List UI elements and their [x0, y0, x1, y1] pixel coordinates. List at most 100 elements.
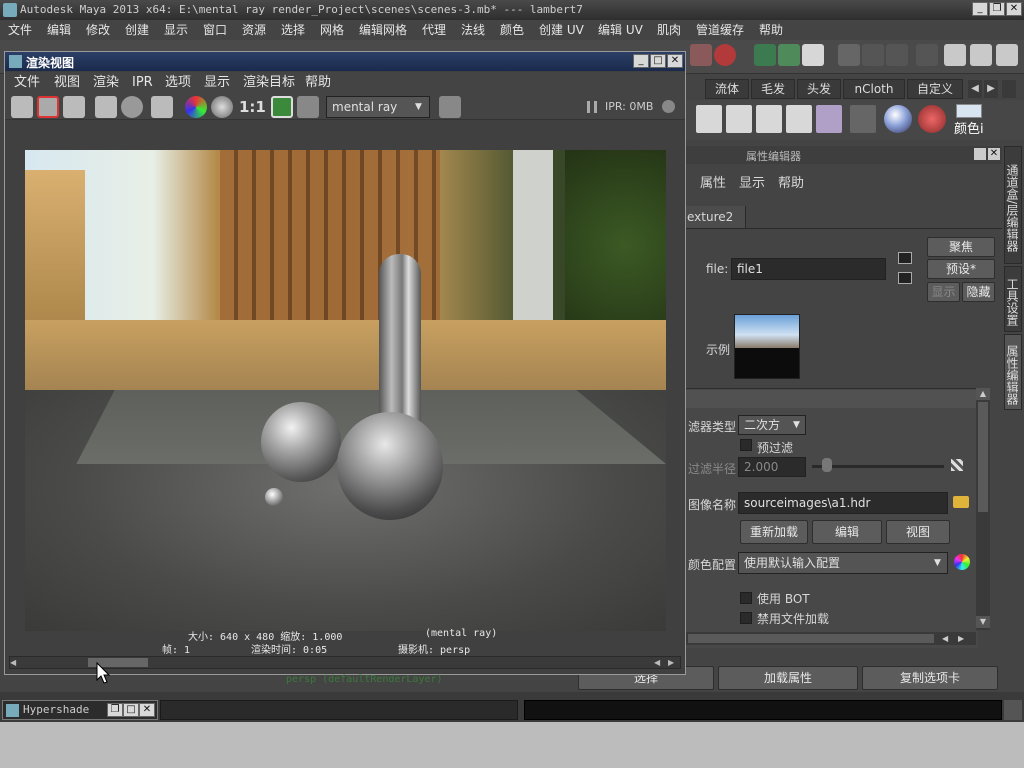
snap-grid-icon[interactable]: [690, 44, 712, 66]
menu-color[interactable]: 颜色: [500, 20, 524, 40]
menu-create-uv[interactable]: 创建 UV: [539, 20, 584, 40]
ipr-render-icon[interactable]: [95, 96, 117, 118]
input-connection-icon[interactable]: [898, 252, 912, 264]
render-view-maximize-button[interactable]: □: [650, 54, 666, 68]
channel-box-toggle-icon[interactable]: [996, 44, 1018, 66]
rv-menu-ipr[interactable]: IPR: [132, 73, 153, 93]
real-size-label[interactable]: 1:1: [239, 98, 266, 116]
shader-icon[interactable]: [886, 44, 908, 66]
rendered-image[interactable]: [25, 150, 666, 631]
render-sequence-icon[interactable]: [754, 44, 776, 66]
output-connection-icon[interactable]: [898, 272, 912, 284]
show-button[interactable]: 显示: [927, 282, 960, 302]
rv-menu-display[interactable]: 显示: [204, 73, 230, 93]
attribute-editor-toggle-icon[interactable]: [944, 44, 966, 66]
menu-pipeline-cache[interactable]: 管道缓存: [696, 20, 744, 40]
shader-ball-icon[interactable]: [816, 105, 842, 133]
prefilter-checkbox[interactable]: [740, 439, 752, 451]
color-profile-select[interactable]: 使用默认输入配置 ▼: [738, 552, 948, 574]
menu-edit-mesh[interactable]: 编辑网格: [359, 20, 407, 40]
rv-menu-help[interactable]: 帮助: [305, 73, 331, 93]
hscroll-left-icon[interactable]: ◀: [942, 632, 954, 645]
view-button[interactable]: 视图: [886, 520, 950, 544]
rv-scroll-left-icon[interactable]: ◀: [10, 657, 22, 668]
close-button[interactable]: ✕: [1006, 2, 1022, 16]
attr-menu-help[interactable]: 帮助: [778, 172, 804, 191]
presets-button[interactable]: 预设*: [927, 259, 995, 279]
attr-menu-attributes[interactable]: 属性: [700, 172, 726, 191]
hypershade-tab[interactable]: Hypershade ❐ □ ✕: [2, 700, 158, 720]
hscroll-thumb[interactable]: [688, 634, 934, 643]
section-header-bar[interactable]: [686, 390, 976, 408]
rv-menu-view[interactable]: 视图: [54, 73, 80, 93]
render-view-title-bar[interactable]: 渲染视图 _ □ ✕: [5, 52, 685, 71]
rv-scroll-prev-icon[interactable]: ◀: [654, 657, 666, 668]
float-panel-icon[interactable]: [974, 148, 986, 160]
rv-menu-render-target[interactable]: 渲染目标: [243, 73, 295, 93]
attr-horizontal-scrollbar[interactable]: ◀ ▶: [686, 632, 976, 645]
refresh-ipr-icon[interactable]: [121, 96, 143, 118]
menu-file[interactable]: 文件: [8, 20, 32, 40]
rv-menu-file[interactable]: 文件: [14, 73, 40, 93]
render-view-minimize-button[interactable]: _: [633, 54, 649, 68]
menu-window[interactable]: 窗口: [203, 20, 227, 40]
shelf-scroll-right-icon[interactable]: ▶: [984, 80, 998, 98]
menu-muscle[interactable]: 肌肉: [657, 20, 681, 40]
render-settings-rv-icon[interactable]: [151, 96, 173, 118]
render-frame-icon[interactable]: [778, 44, 800, 66]
filter-radius-field[interactable]: 2.000: [738, 457, 806, 477]
map-button-icon[interactable]: [951, 459, 963, 471]
hypershade-icon[interactable]: [850, 105, 876, 133]
paint-brush-icon[interactable]: [918, 105, 946, 133]
hypershade-close-button[interactable]: ✕: [139, 703, 155, 717]
script-editor-button[interactable]: [1004, 700, 1022, 720]
menu-select[interactable]: 选择: [281, 20, 305, 40]
side-tab-channel-box[interactable]: 通道盒/层编辑器: [1004, 146, 1022, 264]
shelf-menu-icon[interactable]: [1002, 80, 1016, 98]
slider-handle-icon[interactable]: [822, 458, 832, 472]
menu-edit[interactable]: 编辑: [47, 20, 71, 40]
rv-menu-render[interactable]: 渲染: [93, 73, 119, 93]
shelf-tab-fluids[interactable]: 流体: [705, 79, 749, 99]
node-tab[interactable]: exture2: [686, 206, 746, 228]
command-line-field[interactable]: [160, 700, 518, 720]
material-sphere-icon[interactable]: [884, 105, 912, 133]
magnet-icon[interactable]: [714, 44, 736, 66]
alpha-channel-icon[interactable]: [211, 96, 233, 118]
renderer-select[interactable]: mental ray ▼: [326, 96, 430, 118]
filter-type-select[interactable]: 二次方 ▼: [738, 415, 806, 435]
scroll-down-icon[interactable]: ▼: [976, 616, 990, 628]
menu-display[interactable]: 显示: [164, 20, 188, 40]
edit-button[interactable]: 编辑: [812, 520, 882, 544]
focus-button[interactable]: 聚焦: [927, 237, 995, 257]
attr-vertical-scrollbar[interactable]: ▲ ▼: [976, 388, 990, 630]
remove-image-icon[interactable]: [297, 96, 319, 118]
tool-settings-toggle-icon[interactable]: [970, 44, 992, 66]
render-view-close-button[interactable]: ✕: [667, 54, 683, 68]
menu-help[interactable]: 帮助: [759, 20, 783, 40]
shelf-tab-fur[interactable]: 毛发: [751, 79, 795, 99]
menu-edit-uv[interactable]: 编辑 UV: [598, 20, 643, 40]
light-icon[interactable]: [862, 44, 884, 66]
shelf-tab-ncloth[interactable]: nCloth: [843, 79, 905, 99]
menu-normals[interactable]: 法线: [461, 20, 485, 40]
shelf-tab-hair[interactable]: 头发: [797, 79, 841, 99]
attr-menu-display[interactable]: 显示: [739, 172, 765, 191]
render-region-icon[interactable]: [37, 96, 59, 118]
render-check-icon[interactable]: [786, 105, 812, 133]
hypershade-restore-button[interactable]: ❐: [107, 703, 123, 717]
image-name-field[interactable]: sourceimages\a1.hdr: [738, 492, 948, 514]
menu-proxy[interactable]: 代理: [422, 20, 446, 40]
render-settings-icon[interactable]: [802, 44, 824, 66]
side-tab-tool-settings[interactable]: 工具设置: [1004, 266, 1022, 332]
rgb-channels-icon[interactable]: [185, 96, 207, 118]
hscroll-right-icon[interactable]: ▶: [958, 632, 970, 645]
folder-icon[interactable]: [953, 496, 969, 508]
scroll-thumb[interactable]: [978, 402, 988, 512]
rv-scroll-right-icon[interactable]: ▶: [668, 657, 680, 668]
file-name-field[interactable]: file1: [731, 258, 886, 280]
load-attributes-button[interactable]: 加载属性: [718, 666, 858, 690]
minimize-button[interactable]: _: [972, 2, 988, 16]
maximize-button[interactable]: ❐: [989, 2, 1005, 16]
use-bot-checkbox[interactable]: [740, 592, 752, 604]
